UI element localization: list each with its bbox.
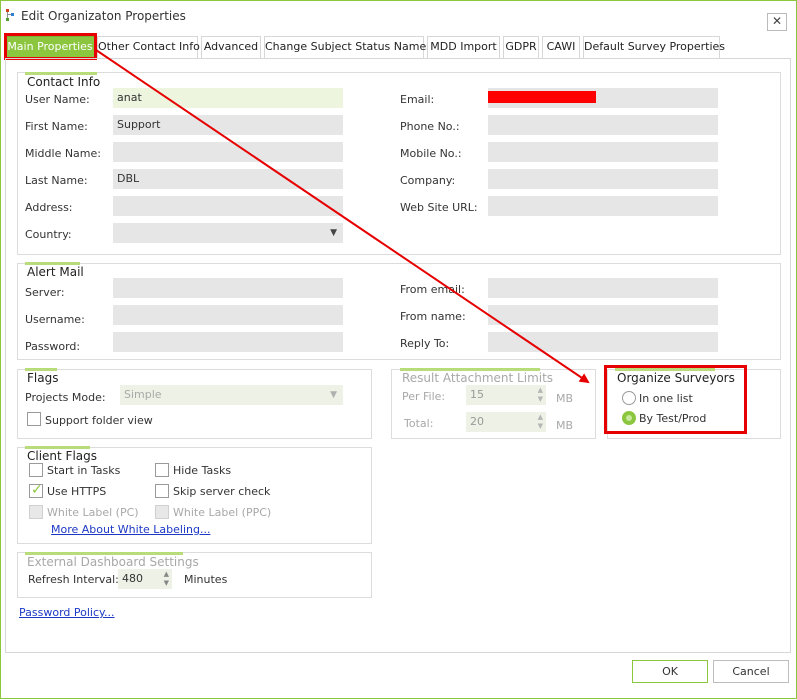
- chevron-down-icon: ▼: [330, 390, 337, 400]
- checkmark-icon: ✓: [31, 482, 43, 498]
- arrow-up-icon: ▲: [163, 570, 169, 578]
- total-unit: MB: [556, 419, 574, 432]
- contact-info-title: Contact Info: [25, 72, 103, 89]
- white-label-pc-label: White Label (PC): [47, 506, 139, 519]
- white-label-ppc-label: White Label (PPC): [173, 506, 272, 519]
- cancel-button[interactable]: Cancel: [713, 660, 789, 683]
- address-label: Address:: [25, 201, 73, 214]
- last-name-label: Last Name:: [25, 174, 88, 187]
- redaction-mark: [488, 91, 596, 103]
- company-label: Company:: [400, 174, 456, 187]
- first-name-label: First Name:: [25, 120, 88, 133]
- website-field[interactable]: [488, 196, 718, 216]
- refresh-interval-unit: Minutes: [184, 573, 228, 586]
- tab-gdpr[interactable]: GDPR: [503, 36, 539, 58]
- email-field[interactable]: [488, 88, 718, 108]
- password-label: Password:: [25, 340, 81, 353]
- password-policy-link[interactable]: Password Policy...: [19, 606, 114, 619]
- server-field[interactable]: [113, 278, 343, 298]
- white-label-ppc-checkbox[interactable]: [155, 505, 169, 519]
- arrow-up-icon: ▲: [537, 386, 543, 394]
- country-label: Country:: [25, 228, 72, 241]
- app-icon: [6, 9, 14, 21]
- tab-advanced[interactable]: Advanced: [201, 36, 261, 58]
- mobile-label: Mobile No.:: [400, 147, 462, 160]
- tab-change-subject-status-names[interactable]: Change Subject Status Names: [264, 36, 432, 58]
- ok-button[interactable]: OK: [632, 660, 708, 683]
- middle-name-label: Middle Name:: [25, 147, 101, 160]
- arrow-down-icon: ▼: [163, 579, 169, 587]
- last-name-field[interactable]: DBL: [113, 169, 343, 189]
- username-field[interactable]: [113, 305, 343, 325]
- password-field[interactable]: [113, 332, 343, 352]
- mobile-field[interactable]: [488, 142, 718, 162]
- refresh-interval-label: Refresh Interval:: [28, 573, 119, 586]
- close-icon: ✕: [771, 14, 783, 28]
- organize-surveyors-highlight-annotation: [604, 365, 747, 434]
- user-name-field[interactable]: anat: [113, 88, 343, 108]
- result-attachment-limits-title: Result Attachment Limits: [400, 368, 556, 385]
- projects-mode-label: Projects Mode:: [25, 391, 106, 404]
- reply-to-field[interactable]: [488, 332, 718, 352]
- start-in-tasks-checkbox[interactable]: [29, 463, 43, 477]
- from-email-label: From email:: [400, 283, 465, 296]
- total-stepper[interactable]: 20 ▲ ▼: [466, 412, 546, 432]
- phone-label: Phone No.:: [400, 120, 460, 133]
- hide-tasks-checkbox[interactable]: [155, 463, 169, 477]
- client-flags-title: Client Flags: [25, 446, 100, 463]
- reply-to-label: Reply To:: [400, 337, 450, 350]
- refresh-interval-stepper[interactable]: 480 ▲ ▼: [118, 569, 172, 589]
- window-title: Edit Organizaton Properties: [21, 9, 186, 23]
- more-about-white-labeling-link[interactable]: More About White Labeling...: [51, 523, 210, 536]
- first-name-field[interactable]: Support: [113, 115, 343, 135]
- use-https-label: Use HTTPS: [47, 485, 107, 498]
- tab-default-survey-properties[interactable]: Default Survey Properties: [583, 36, 725, 58]
- from-email-field[interactable]: [488, 278, 718, 298]
- support-folder-view-label: Support folder view: [45, 414, 153, 427]
- projects-mode-select[interactable]: Simple ▼: [120, 385, 343, 405]
- tab-other-contact-info[interactable]: Other Contact Info: [97, 36, 200, 58]
- tab-mdd-import[interactable]: MDD Import: [427, 36, 500, 58]
- phone-field[interactable]: [488, 115, 718, 135]
- tab-highlight-annotation: [4, 33, 97, 60]
- chevron-down-icon: ▼: [330, 228, 337, 238]
- white-label-pc-checkbox[interactable]: [29, 505, 43, 519]
- server-label: Server:: [25, 286, 65, 299]
- company-field[interactable]: [488, 169, 718, 189]
- use-https-checkbox[interactable]: ✓: [29, 482, 43, 498]
- address-field[interactable]: [113, 196, 343, 216]
- arrow-down-icon: ▼: [537, 395, 543, 403]
- email-label: Email:: [400, 93, 435, 106]
- support-folder-view-checkbox[interactable]: [27, 412, 41, 426]
- hide-tasks-label: Hide Tasks: [173, 464, 232, 477]
- alert-mail-title: Alert Mail: [25, 262, 86, 279]
- flags-title: Flags: [25, 368, 61, 385]
- tab-cawi[interactable]: CAWI: [542, 36, 580, 58]
- username-label: Username:: [25, 313, 85, 326]
- per-file-label: Per File:: [402, 390, 446, 403]
- dashboard-settings-title: External Dashboard Settings: [25, 552, 201, 569]
- website-label: Web Site URL:: [400, 201, 478, 214]
- arrow-down-icon: ▼: [537, 422, 543, 430]
- start-in-tasks-label: Start in Tasks: [47, 464, 121, 477]
- middle-name-field[interactable]: [113, 142, 343, 162]
- per-file-stepper[interactable]: 15 ▲ ▼: [466, 385, 546, 405]
- title-bar: Edit Organizaton Properties ✕: [1, 1, 796, 33]
- user-name-label: User Name:: [25, 93, 90, 106]
- skip-server-check-checkbox[interactable]: [155, 484, 169, 498]
- arrow-up-icon: ▲: [537, 413, 543, 421]
- close-button[interactable]: ✕: [767, 13, 787, 31]
- edit-organization-dialog: Edit Organizaton Properties ✕ Main Prope…: [0, 0, 797, 699]
- total-label: Total:: [404, 417, 434, 430]
- from-name-label: From name:: [400, 310, 466, 323]
- per-file-unit: MB: [556, 392, 574, 405]
- skip-server-check-label: Skip server check: [173, 485, 271, 498]
- from-name-field[interactable]: [488, 305, 718, 325]
- country-select[interactable]: ▼: [113, 223, 343, 243]
